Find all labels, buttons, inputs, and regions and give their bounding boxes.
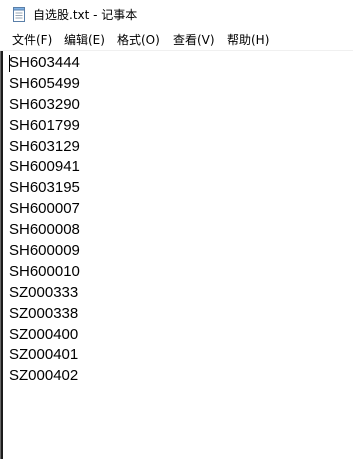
text-editor[interactable]: SH603444 SH605499 SH603290 SH601799 SH60… [3,51,353,459]
text-line[interactable]: SH601799 [9,116,80,137]
editor-content[interactable]: SH603444 SH605499 SH603290 SH601799 SH60… [9,53,80,387]
menu-help[interactable]: 帮助(H) [227,33,269,48]
window-title: 自选股.txt - 记事本 [33,8,138,22]
text-line[interactable]: SH603129 [9,137,80,158]
text-caret [9,55,10,72]
text-line[interactable]: SZ000401 [9,345,80,366]
menu-view[interactable]: 查看(V) [173,33,215,48]
menu-format[interactable]: 格式(O) [117,33,160,48]
text-line[interactable]: SH603195 [9,178,80,199]
text-line[interactable]: SZ000333 [9,283,80,304]
title-bar[interactable]: 自选股.txt - 记事本 [0,0,353,30]
text-line[interactable]: SH600007 [9,199,80,220]
menu-bar: 文件(F) 编辑(E) 格式(O) 查看(V) 帮助(H) [0,30,353,50]
menu-file[interactable]: 文件(F) [12,33,52,48]
text-line[interactable]: SZ000400 [9,325,80,346]
text-line[interactable]: SZ000338 [9,304,80,325]
text-line[interactable]: SH600009 [9,241,80,262]
text-line[interactable]: SH605499 [9,74,80,95]
text-line[interactable]: SZ000402 [9,366,80,387]
text-line[interactable]: SH600941 [9,157,80,178]
text-line[interactable]: SH600008 [9,220,80,241]
notepad-icon [13,7,25,22]
notepad-window: 自选股.txt - 记事本 文件(F) 编辑(E) 格式(O) 查看(V) 帮助… [0,0,353,459]
window-left-edge-highlight [0,51,1,459]
text-line[interactable]: SH603290 [9,95,80,116]
menu-edit[interactable]: 编辑(E) [64,33,105,48]
text-line[interactable]: SH600010 [9,262,80,283]
text-line[interactable]: SH603444 [9,53,80,74]
